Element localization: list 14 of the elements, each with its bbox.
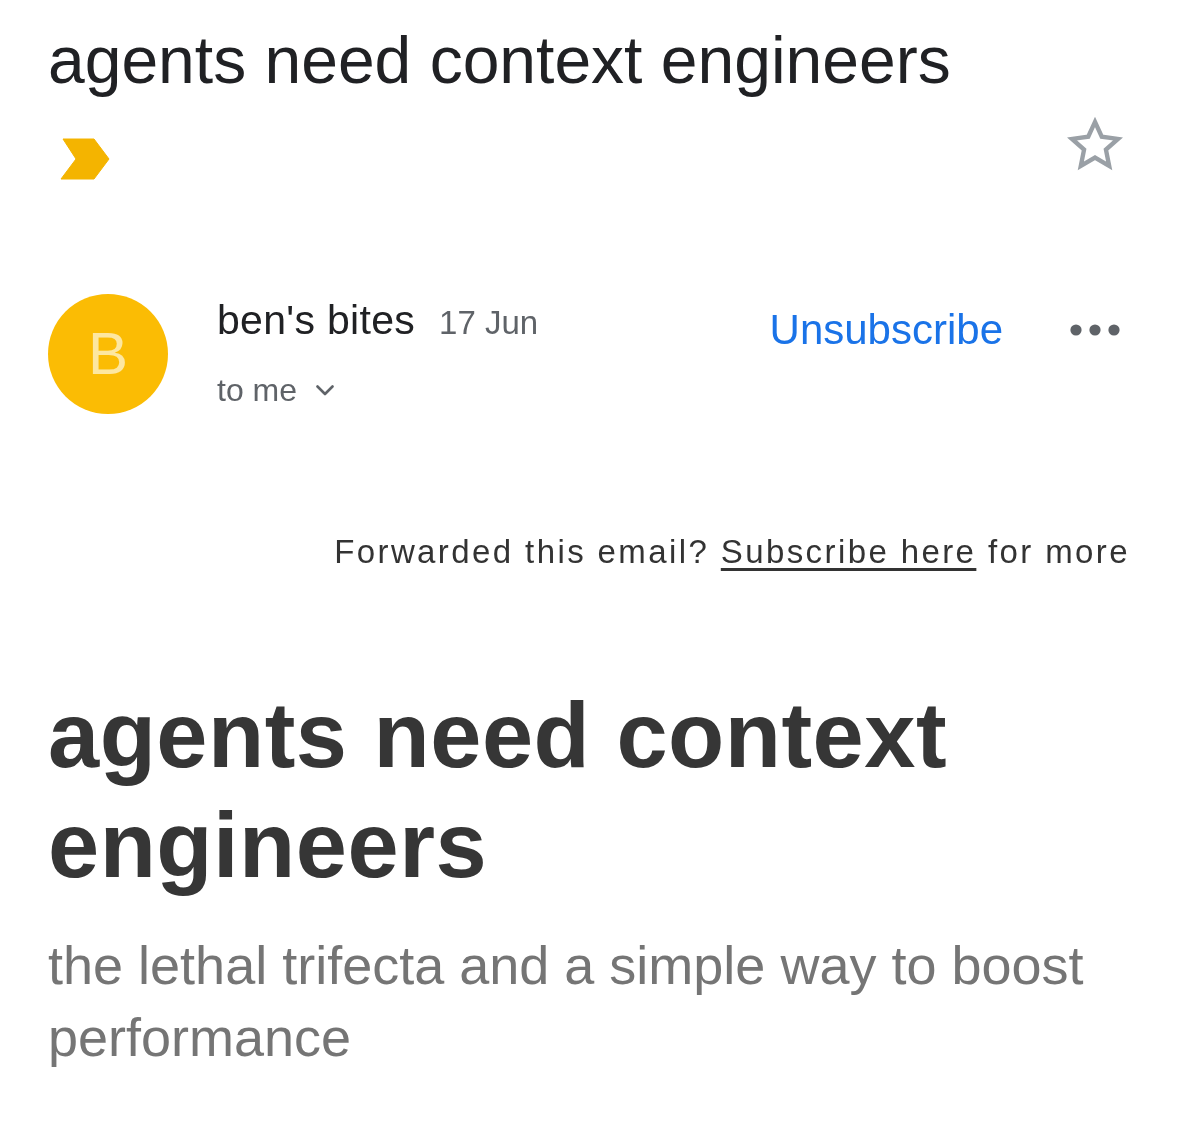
chevron-down-icon (316, 384, 335, 396)
recipients-toggle[interactable]: to me (217, 370, 335, 410)
article-heading: agents need context engineers (48, 683, 949, 898)
forward-note: Forwarded this email? Subscribe here for more (334, 532, 1130, 572)
chevron-marker-icon[interactable] (60, 138, 110, 180)
subscribe-link[interactable]: Subscribe here (720, 533, 977, 570)
more-icon[interactable] (1070, 324, 1120, 336)
unsubscribe-link[interactable]: Unsubscribe (769, 305, 1003, 355)
sender-name: ben's bites (217, 296, 416, 344)
subject-title: agents need context engineers (48, 22, 951, 99)
article-subtitle: the lethal trifecta and a simple way to boost performance (48, 934, 1085, 1069)
sender-avatar: B (48, 294, 168, 414)
message-date: 17 Jun (439, 303, 539, 343)
star-icon[interactable] (1066, 116, 1124, 172)
